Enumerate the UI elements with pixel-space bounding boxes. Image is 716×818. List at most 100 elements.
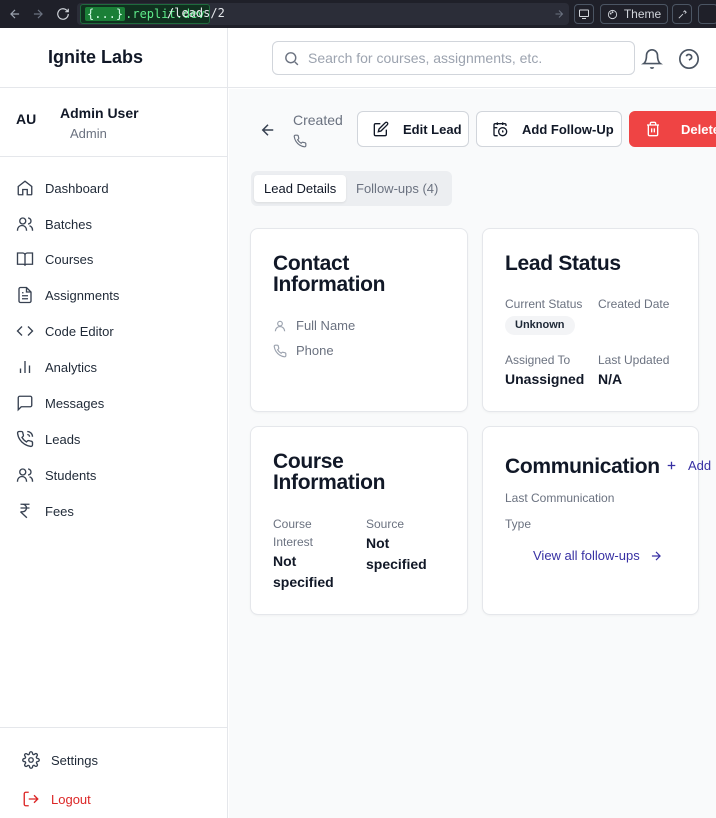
back-arrow-icon[interactable] (8, 7, 22, 21)
user-name: Admin User (60, 105, 139, 121)
devices-button[interactable] (574, 4, 594, 24)
sidebar-item-label: Leads (45, 431, 81, 447)
sidebar-item-analytics[interactable]: Analytics (16, 355, 216, 379)
logout-label: Logout (51, 791, 91, 807)
more-button[interactable] (698, 4, 716, 24)
user-icon (273, 319, 287, 333)
phone-icon (293, 134, 307, 148)
lead-created-label: Created (293, 112, 343, 128)
bell-icon[interactable] (641, 48, 663, 70)
phone-icon (273, 344, 287, 358)
settings-button[interactable]: Settings (22, 748, 98, 772)
settings-label: Settings (51, 752, 98, 768)
assigned-to-label: Assigned To (505, 353, 571, 367)
add-follow-up-button[interactable]: Add Follow-Up (476, 111, 622, 147)
card-title: Course Information (273, 450, 386, 494)
sidebar-item-label: Assignments (45, 287, 120, 303)
communication-card: Communication Add Last Communication Typ… (482, 426, 711, 615)
sidebar-divider (0, 87, 228, 88)
current-status-label: Current Status (505, 297, 583, 311)
source-value: Not specified (366, 535, 427, 572)
card-title: Contact Information (273, 252, 386, 296)
arrow-right-icon (649, 549, 663, 563)
full-name-field: Full Name (273, 318, 355, 333)
delete-label: Delete (681, 121, 716, 137)
sidebar-item-batches[interactable]: Batches (16, 212, 216, 236)
bar-chart-icon (16, 358, 34, 376)
course-information-card: Course Information Course Interest Not spec… (250, 426, 468, 615)
sidebar-item-label: Students (45, 467, 97, 483)
book-icon (16, 250, 34, 268)
browser-toolbar: {...} .replit.dev /leads/2 Theme (0, 0, 716, 28)
sidebar-item-leads[interactable]: Leads (16, 427, 216, 451)
edit-lead-button[interactable]: Edit Lead (357, 111, 469, 147)
sidebar-item-label: Courses (45, 251, 94, 267)
lead-status-card: Lead Status Current Status Unknown Creat… (482, 228, 699, 412)
reload-icon[interactable] (56, 7, 70, 21)
card-title: Lead Status (505, 252, 621, 275)
trash-icon (645, 121, 661, 137)
created-date-label: Created Date (598, 297, 670, 311)
sidebar-item-label: Fees (45, 503, 74, 519)
url-go-icon[interactable] (553, 8, 565, 20)
edit-lead-label: Edit Lead (403, 121, 462, 137)
logout-icon (22, 790, 40, 808)
view-all-follow-ups-link[interactable]: View all follow-ups (533, 548, 663, 563)
back-arrow-icon[interactable] (259, 121, 277, 139)
sidebar: Ignite Labs AU Admin User Admin Dashboar… (0, 28, 228, 818)
tab-follow-ups[interactable]: Follow-ups (4) (346, 175, 448, 202)
edit-icon (373, 121, 389, 137)
sidebar-item-messages[interactable]: Messages (16, 391, 216, 415)
search-bar[interactable] (272, 41, 635, 75)
tools-button[interactable] (672, 4, 692, 24)
lead-tabs: Lead Details Follow-ups (4) (251, 171, 452, 206)
avatar: AU (16, 111, 37, 127)
help-icon[interactable] (678, 48, 700, 70)
sidebar-item-dashboard[interactable]: Dashboard (16, 176, 216, 200)
code-icon (16, 322, 34, 340)
rupee-icon (16, 502, 34, 520)
sidebar-item-label: Batches (45, 216, 92, 232)
add-communication-button[interactable]: Add (665, 458, 711, 473)
last-updated-label: Last Updated (598, 353, 670, 367)
users-icon (16, 215, 34, 233)
add-label: Add (688, 458, 712, 473)
contact-information-card: Contact Information Full Name Phone (250, 228, 468, 412)
forward-arrow-icon[interactable] (31, 7, 45, 21)
logout-button[interactable]: Logout (22, 787, 91, 811)
search-input[interactable] (308, 50, 618, 66)
phone-label: Phone (296, 343, 334, 358)
home-icon (16, 179, 34, 197)
source-label: Source (366, 517, 405, 531)
users-icon (16, 466, 34, 484)
user-role: Admin (70, 126, 107, 141)
sidebar-item-fees[interactable]: Fees (16, 499, 216, 523)
theme-label: Theme (623, 7, 662, 21)
status-badge: Unknown (505, 316, 575, 335)
sidebar-item-label: Dashboard (45, 180, 109, 196)
card-title: Communication (505, 455, 660, 478)
plus-icon (665, 459, 678, 472)
sidebar-item-label: Code Editor (45, 323, 114, 339)
file-text-icon (16, 286, 34, 304)
add-follow-up-label: Add Follow-Up (522, 121, 614, 137)
gear-icon (22, 751, 40, 769)
phone-field: Phone (273, 343, 334, 358)
brand-name: Ignite Labs (48, 47, 144, 67)
sidebar-item-code-editor[interactable]: Code Editor (16, 319, 216, 343)
assigned-to-value: Unassigned (505, 371, 585, 387)
sidebar-item-label: Analytics (45, 359, 98, 375)
full-name-label: Full Name (296, 318, 356, 333)
url-path: /leads/2 (167, 6, 225, 20)
tab-lead-details[interactable]: Lead Details (254, 175, 347, 202)
delete-button[interactable]: Delete (629, 111, 716, 147)
sidebar-item-assignments[interactable]: Assignments (16, 283, 216, 307)
course-interest-value: Not specified (273, 553, 334, 590)
sidebar-item-courses[interactable]: Courses (16, 247, 216, 271)
sidebar-item-label: Messages (45, 395, 105, 411)
theme-button[interactable]: Theme (600, 4, 668, 24)
palette-icon (607, 9, 618, 20)
last-communication-label: Last Communication (505, 491, 615, 505)
message-icon (16, 394, 34, 412)
sidebar-item-students[interactable]: Students (16, 463, 216, 487)
